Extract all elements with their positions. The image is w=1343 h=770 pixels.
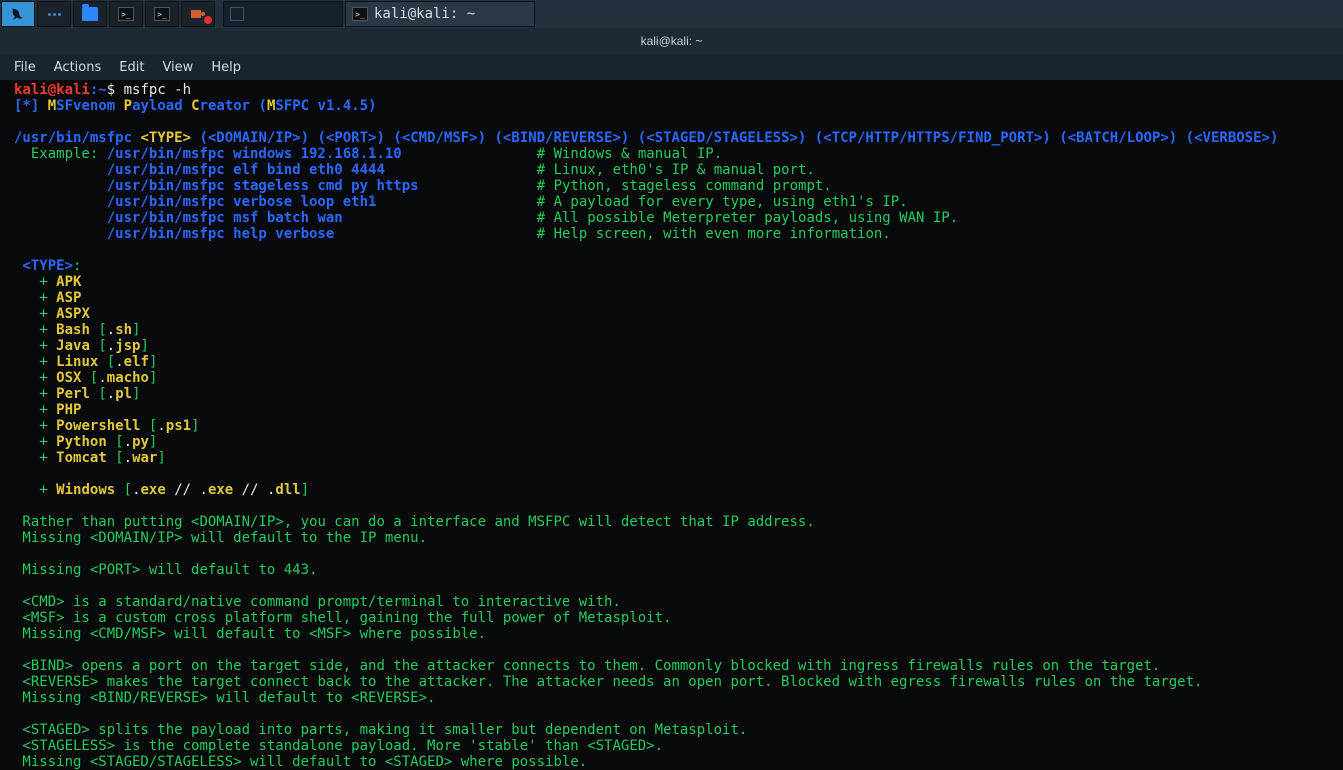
menu-file[interactable]: File xyxy=(14,60,36,75)
taskbar-workspace-preview[interactable] xyxy=(223,1,343,27)
badge-icon xyxy=(204,16,212,24)
taskbar-window-label: kali@kali: ~ xyxy=(374,6,475,22)
menu-view[interactable]: View xyxy=(162,60,193,75)
terminal-icon xyxy=(352,7,368,21)
menu-help[interactable]: Help xyxy=(211,60,241,75)
prompt-command: msfpc -h xyxy=(124,82,191,98)
taskbar-window-entry[interactable]: kali@kali: ~ xyxy=(345,1,535,27)
taskbar-terminal-2[interactable] xyxy=(145,1,179,27)
taskbar-app-grid[interactable] xyxy=(37,1,71,27)
prompt-userhost: kali@kali xyxy=(14,82,90,98)
banner-bullet: [*] xyxy=(14,98,39,114)
taskbar-separator xyxy=(217,1,221,27)
usage-bin: /usr/bin/msfpc xyxy=(14,130,132,146)
grid-icon xyxy=(48,13,61,16)
window-title: kali@kali: ~ xyxy=(641,34,703,48)
examples-label: Example: xyxy=(14,146,107,162)
terminal[interactable]: kali@kali:~$ msfpc -h [*] MSFvenom Paylo… xyxy=(0,80,1343,770)
terminal-icon xyxy=(154,7,170,21)
taskbar: kali@kali: ~ xyxy=(0,0,1343,28)
window-titlebar[interactable]: kali@kali: ~ xyxy=(0,28,1343,54)
type-heading: <TYPE> xyxy=(14,258,73,274)
workspace-icon xyxy=(230,7,244,21)
start-menu-button[interactable] xyxy=(1,1,35,27)
folder-icon xyxy=(82,7,98,21)
menu-actions[interactable]: Actions xyxy=(54,60,102,75)
terminal-icon xyxy=(118,7,134,21)
prompt-dollar: $ xyxy=(107,82,115,98)
taskbar-terminal-1[interactable] xyxy=(109,1,143,27)
prompt-cwd: ~ xyxy=(98,82,106,98)
menubar: File Actions Edit View Help xyxy=(0,54,1343,80)
menu-edit[interactable]: Edit xyxy=(119,60,144,75)
taskbar-files[interactable] xyxy=(73,1,107,27)
taskbar-app-recorder[interactable] xyxy=(181,1,215,27)
